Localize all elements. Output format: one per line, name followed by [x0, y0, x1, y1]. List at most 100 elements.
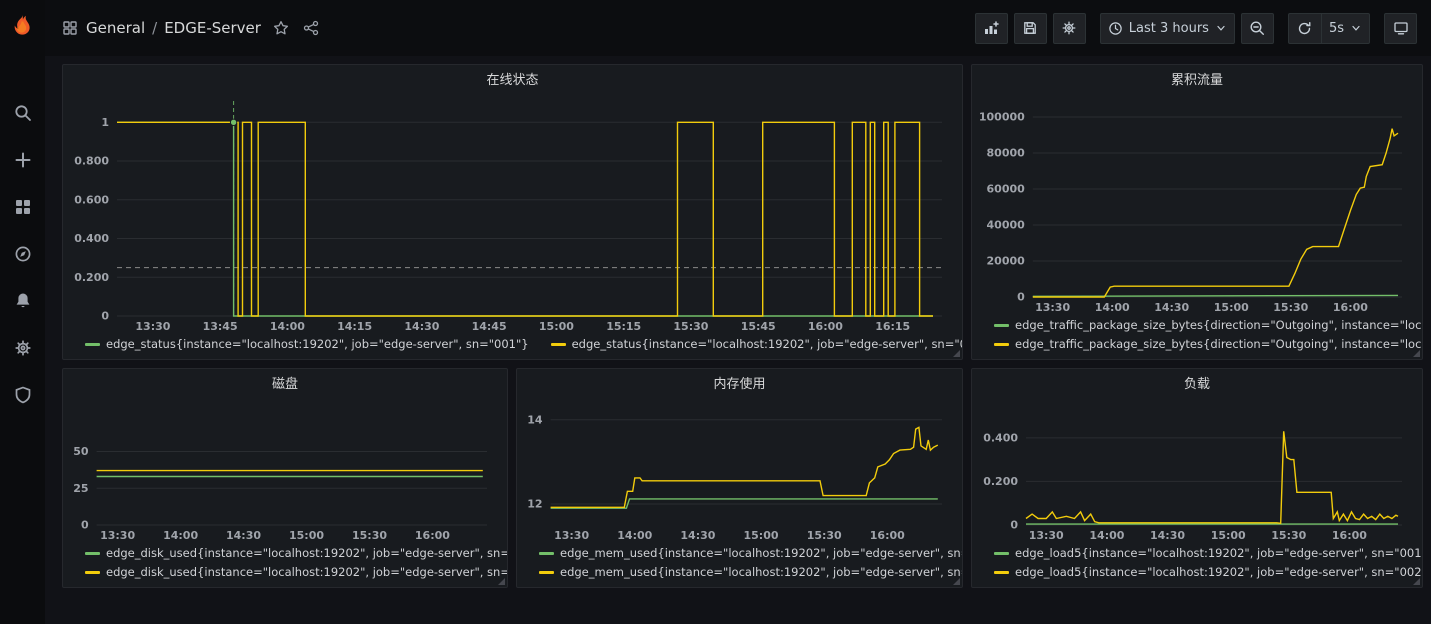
panel-header[interactable]: 内存使用 [517, 369, 962, 395]
legend-item[interactable]: edge_traffic_package_size_bytes{directio… [994, 336, 1414, 352]
save-icon [1022, 20, 1038, 36]
main-area: General / EDGE-Server Last [45, 0, 1431, 624]
kiosk-tv-button[interactable] [1384, 13, 1417, 44]
svg-text:14:30: 14:30 [404, 320, 439, 333]
legend: edge_traffic_package_size_bytes{directio… [972, 315, 1422, 359]
topbar-actions: Last 3 hours 5s [975, 13, 1417, 44]
panel-title: 累积流量 [1171, 69, 1223, 88]
share-dashboard-button[interactable] [301, 18, 321, 38]
panel-resize-handle[interactable] [1413, 350, 1420, 357]
svg-text:14:30: 14:30 [226, 529, 261, 542]
configuration-gear-icon[interactable] [0, 324, 45, 371]
svg-text:15:00: 15:00 [289, 529, 324, 542]
chart-memory-usage[interactable]: 121413:3014:0014:3015:0015:3016:00 [523, 397, 956, 543]
legend-item[interactable]: edge_status{instance="localhost:19202", … [85, 336, 529, 352]
create-plus-icon[interactable] [0, 136, 45, 183]
nav-sidebar [0, 0, 45, 624]
legend-item[interactable]: edge_status{instance="localhost:19202", … [551, 336, 962, 352]
refresh-icon [1297, 21, 1312, 36]
server-admin-shield-icon[interactable] [0, 371, 45, 418]
svg-text:16:00: 16:00 [870, 529, 905, 542]
svg-text:0: 0 [1010, 519, 1018, 532]
legend-item[interactable]: edge_load5{instance="localhost:19202", j… [994, 564, 1414, 580]
grafana-logo[interactable] [0, 9, 45, 43]
legend-item[interactable]: edge_mem_used{instance="localhost:19202"… [539, 545, 954, 561]
legend-item[interactable]: edge_traffic_package_size_bytes{directio… [994, 317, 1414, 333]
svg-text:14:30: 14:30 [680, 529, 715, 542]
panel-resize-handle[interactable] [498, 578, 505, 585]
svg-text:0.800: 0.800 [74, 155, 109, 168]
chart-cumulative-traffic[interactable]: 02000040000600008000010000013:3014:0014:… [978, 93, 1416, 315]
svg-text:25: 25 [73, 482, 88, 495]
panel-resize-handle[interactable] [1413, 578, 1420, 585]
refresh-dashboard-button[interactable] [1288, 13, 1321, 44]
legend-swatch [539, 552, 554, 555]
panel-cumulative-traffic: 累积流量 02000040000600008000010000013:3014:… [971, 64, 1423, 360]
panel-memory-usage: 内存使用 121413:3014:0014:3015:0015:3016:00 … [516, 368, 963, 588]
panel-header[interactable]: 负载 [972, 369, 1422, 395]
svg-text:13:30: 13:30 [100, 529, 135, 542]
zoom-out-icon [1249, 20, 1265, 36]
svg-text:15:30: 15:30 [1271, 529, 1306, 542]
svg-text:40000: 40000 [987, 219, 1026, 232]
svg-text:13:30: 13:30 [554, 529, 589, 542]
chart-online-status[interactable]: 00.2000.4000.6000.800113:3013:4514:0014:… [69, 93, 956, 334]
legend-label: edge_status{instance="localhost:19202", … [572, 336, 962, 352]
dashboard-settings-button[interactable] [1053, 13, 1086, 44]
legend-label: edge_disk_used{instance="localhost:19202… [106, 545, 507, 561]
search-icon[interactable] [0, 89, 45, 136]
sidebar-menu [0, 89, 45, 418]
legend-item[interactable]: edge_disk_used{instance="localhost:19202… [85, 564, 499, 580]
svg-text:13:45: 13:45 [203, 320, 238, 333]
legend-item[interactable]: edge_load5{instance="localhost:19202", j… [994, 545, 1414, 561]
legend-item[interactable]: edge_mem_used{instance="localhost:19202"… [539, 564, 954, 580]
chevron-down-icon [1350, 22, 1362, 34]
chart-disk[interactable]: 0255013:3014:0014:3015:0015:3016:00 [69, 397, 501, 543]
breadcrumb-area: General / EDGE-Server [62, 18, 321, 38]
panel-title: 负载 [1184, 373, 1210, 392]
chart-load[interactable]: 00.2000.40013:3014:0014:3015:0015:3016:0… [978, 397, 1416, 543]
legend-swatch [85, 552, 100, 555]
panel-resize-handle[interactable] [953, 350, 960, 357]
svg-text:15:30: 15:30 [352, 529, 387, 542]
chevron-down-icon [1215, 22, 1227, 34]
panel-title: 内存使用 [713, 373, 765, 392]
star-dashboard-button[interactable] [271, 18, 291, 38]
dashboard-grid-icon [62, 20, 78, 36]
refresh-group: 5s [1288, 13, 1370, 44]
legend-item[interactable]: edge_disk_used{instance="localhost:19202… [85, 545, 499, 561]
legend-label: edge_traffic_package_size_bytes{directio… [1015, 336, 1422, 352]
dashboards-icon[interactable] [0, 183, 45, 230]
alerting-bell-icon[interactable] [0, 277, 45, 324]
zoom-out-button[interactable] [1241, 13, 1274, 44]
refresh-interval-button[interactable]: 5s [1321, 13, 1370, 44]
legend-swatch [85, 571, 100, 574]
panel-header[interactable]: 在线状态 [63, 65, 962, 91]
grafana-flame-icon [10, 13, 36, 39]
breadcrumb-dashboard-title[interactable]: EDGE-Server [164, 19, 261, 37]
svg-text:14:00: 14:00 [617, 529, 652, 542]
svg-text:15:00: 15:00 [743, 529, 778, 542]
svg-text:14: 14 [527, 413, 543, 426]
breadcrumb-folder[interactable]: General [86, 19, 145, 37]
time-picker-button[interactable]: Last 3 hours [1100, 13, 1235, 44]
star-icon [273, 20, 289, 36]
legend: edge_disk_used{instance="localhost:19202… [63, 543, 507, 587]
add-panel-icon [983, 20, 999, 36]
add-panel-button[interactable] [975, 13, 1008, 44]
svg-text:14:00: 14:00 [163, 529, 198, 542]
panel-header[interactable]: 磁盘 [63, 369, 507, 395]
panel-header[interactable]: 累积流量 [972, 65, 1422, 91]
legend-label: edge_mem_used{instance="localhost:19202"… [560, 545, 962, 561]
save-dashboard-button[interactable] [1014, 13, 1047, 44]
legend-swatch [539, 571, 554, 574]
legend-label: edge_load5{instance="localhost:19202", j… [1015, 545, 1422, 561]
panel-resize-handle[interactable] [953, 578, 960, 585]
svg-text:15:30: 15:30 [807, 529, 842, 542]
panel-title: 磁盘 [272, 373, 298, 392]
explore-compass-icon[interactable] [0, 230, 45, 277]
svg-text:0: 0 [101, 310, 109, 323]
svg-text:13:30: 13:30 [135, 320, 170, 333]
svg-text:0.400: 0.400 [983, 431, 1018, 444]
svg-text:0: 0 [1017, 291, 1025, 304]
